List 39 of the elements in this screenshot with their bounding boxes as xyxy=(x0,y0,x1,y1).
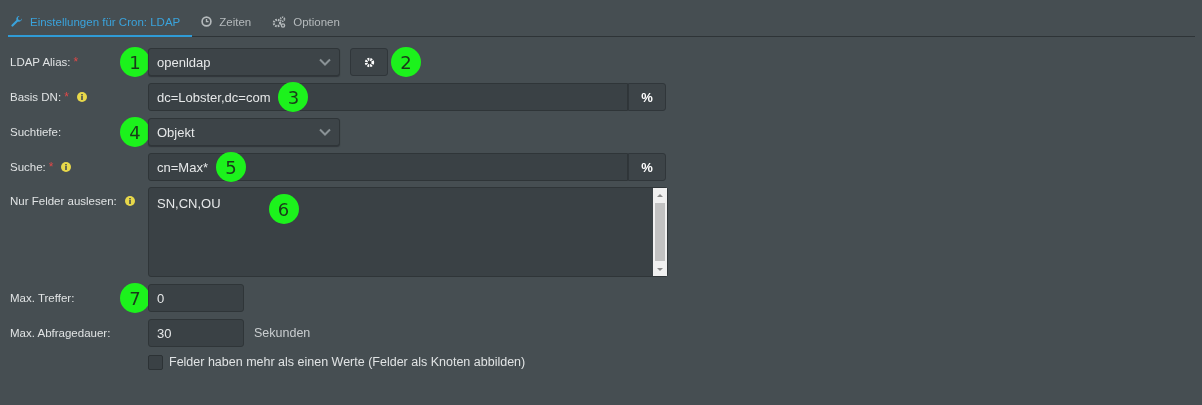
settings-icon xyxy=(363,56,375,68)
field-label: Suchtiefe: xyxy=(10,126,62,138)
number-badge: 3 xyxy=(278,82,309,112)
tab[interactable]: Zeiten xyxy=(198,8,264,37)
settings-button[interactable] xyxy=(350,48,388,76)
number-badge: 1 xyxy=(120,47,150,77)
gears-icon xyxy=(272,15,287,28)
text-area[interactable]: SN,CN,OU 6 xyxy=(148,187,668,277)
checkbox-label: Felder haben mehr als einen Werte (Felder als Knoten abbilden) xyxy=(169,355,526,369)
required-mark: * xyxy=(48,160,54,174)
field-label: Suche: xyxy=(10,161,46,173)
unit-label: Sekunden xyxy=(254,326,311,340)
number-badge: 5 xyxy=(215,152,246,182)
required-mark: * xyxy=(64,90,69,104)
clock-icon xyxy=(201,16,213,27)
percent-button[interactable]: % xyxy=(628,83,666,111)
required-mark: * xyxy=(73,55,79,69)
field-label: Nur Felder auslesen: xyxy=(10,195,117,207)
text-field[interactable]: dc=Lobster,dc=com 3 xyxy=(148,83,628,111)
field-label: LDAP Alias: xyxy=(10,56,71,68)
tab[interactable]: Optionen xyxy=(269,8,352,37)
dropdown[interactable]: openldap xyxy=(148,48,340,76)
checkbox-box[interactable] xyxy=(148,354,163,370)
number-badge: 2 xyxy=(391,47,421,77)
text-field[interactable]: cn=Max* 5 xyxy=(148,153,628,181)
number-field[interactable]: 0 xyxy=(148,284,244,312)
number-badge: 7 xyxy=(120,283,150,313)
checkbox[interactable]: Felder haben mehr als einen Werte (Felder als Knoten abbilden) xyxy=(148,353,1195,371)
field-label: Max. Treffer: xyxy=(10,292,75,304)
percent-button[interactable]: % xyxy=(628,153,666,181)
number-field[interactable]: 30 xyxy=(148,319,244,347)
number-badge: 6 xyxy=(268,194,299,224)
chevron-down-icon xyxy=(319,128,331,136)
dropdown[interactable]: Objekt xyxy=(148,118,340,146)
field-label: Basis DN: xyxy=(10,91,62,103)
wrench-icon xyxy=(11,15,23,28)
number-badge: 4 xyxy=(120,117,150,147)
chevron-down-icon xyxy=(319,58,331,66)
field-label: Max. Abfragedauer: xyxy=(10,327,111,339)
